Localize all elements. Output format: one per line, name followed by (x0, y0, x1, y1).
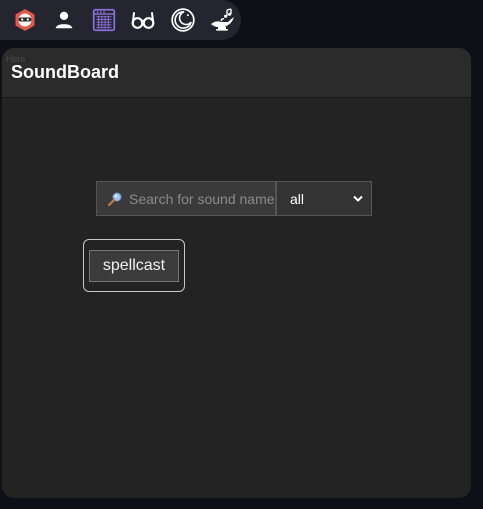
mask-avatar-icon[interactable] (6, 1, 44, 39)
chevron-down-icon (353, 195, 363, 202)
search-field[interactable] (96, 181, 276, 216)
top-toolbar (0, 0, 241, 40)
panel-title: SoundBoard (11, 62, 119, 82)
search-icon (107, 192, 122, 206)
amplifier-icon[interactable] (85, 1, 123, 39)
category-filter-select[interactable]: all (276, 181, 372, 216)
filter-selected-value: all (290, 190, 305, 207)
panel-header[interactable]: Here SoundBoard (2, 48, 471, 98)
genie-lamp-icon[interactable] (204, 1, 242, 39)
moon-clock-icon[interactable] (164, 1, 202, 39)
search-row: all (96, 181, 372, 216)
user-icon[interactable] (46, 1, 84, 39)
soundboard-panel: Here SoundBoard (2, 48, 471, 498)
glasses-icon[interactable] (125, 1, 163, 39)
sound-card: spellcast (83, 239, 185, 292)
search-input[interactable] (129, 190, 275, 207)
sound-button-spellcast[interactable]: spellcast (89, 249, 179, 282)
